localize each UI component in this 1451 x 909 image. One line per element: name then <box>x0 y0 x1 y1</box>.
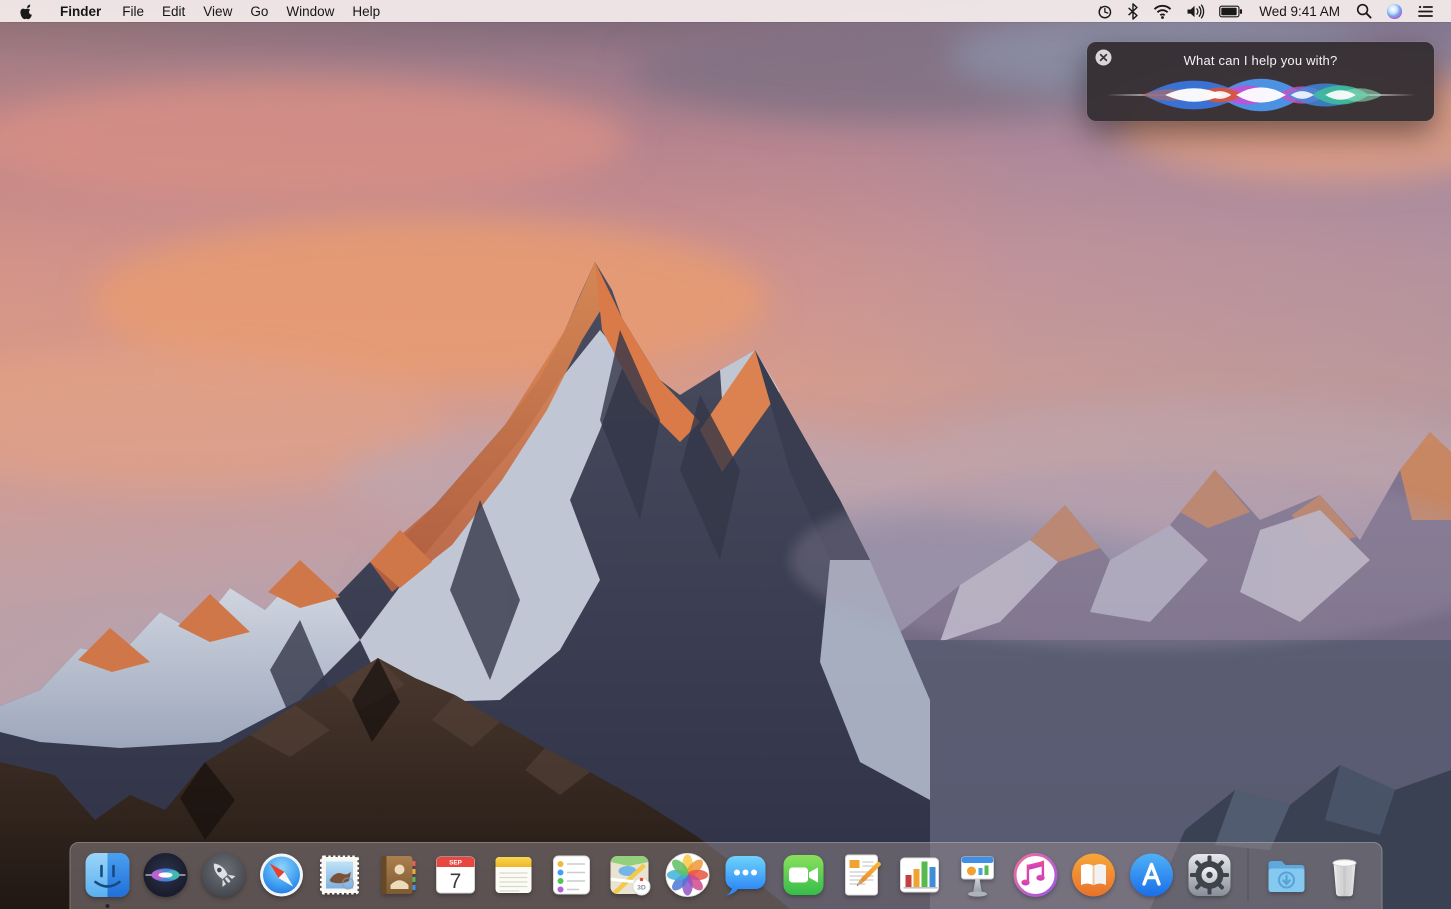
dock-icon-numbers[interactable] <box>893 849 945 901</box>
menu-view[interactable]: View <box>194 0 241 22</box>
menu-bar-left: FinderFileEditViewGoWindowHelp <box>0 0 389 22</box>
dock-icon-maps[interactable]: 3D <box>603 849 655 901</box>
dock-icon-notes[interactable] <box>487 849 539 901</box>
siri-popup: What can I help you with? <box>1087 42 1434 121</box>
spotlight-icon[interactable] <box>1349 0 1379 22</box>
dock-icon-contacts[interactable] <box>371 849 423 901</box>
dock-icon-calendar[interactable]: SEP 7 <box>429 849 481 901</box>
dock-icon-system-preferences[interactable] <box>1183 849 1235 901</box>
status-icons-right <box>1349 0 1441 22</box>
status-icons-left <box>1089 0 1250 22</box>
siri-prompt: What can I help you with? <box>1087 53 1434 68</box>
menu-finder[interactable]: Finder <box>51 0 113 22</box>
menu-bar-status: Wed 9:41 AM <box>1089 0 1451 22</box>
svg-text:SEP: SEP <box>449 859 463 866</box>
running-indicator <box>105 904 109 908</box>
battery-icon[interactable] <box>1212 0 1250 22</box>
dock-icon-photos[interactable] <box>661 849 713 901</box>
dock-icon-mail[interactable] <box>313 849 365 901</box>
app-menus: FinderFileEditViewGoWindowHelp <box>51 0 389 22</box>
menu-help[interactable]: Help <box>343 0 389 22</box>
dock-icon-keynote[interactable] <box>951 849 1003 901</box>
dock-icon-launchpad[interactable] <box>197 849 249 901</box>
bluetooth-icon[interactable] <box>1120 0 1146 22</box>
volume-icon[interactable] <box>1179 0 1212 22</box>
dock-icon-downloads[interactable] <box>1260 849 1312 901</box>
dock-icon-itunes[interactable] <box>1009 849 1061 901</box>
close-icon[interactable] <box>1095 49 1112 66</box>
apple-logo-icon[interactable] <box>0 0 51 22</box>
notification-center-icon[interactable] <box>1410 0 1441 22</box>
siri-icon[interactable] <box>1379 0 1410 22</box>
menu-go[interactable]: Go <box>241 0 277 22</box>
menu-bar: FinderFileEditViewGoWindowHelp Wed 9:41 … <box>0 0 1451 22</box>
dock-icon-finder[interactable] <box>81 849 133 901</box>
menu-bar-clock[interactable]: Wed 9:41 AM <box>1250 4 1349 19</box>
dock-icon-safari[interactable] <box>255 849 307 901</box>
dock-icon-siri[interactable] <box>139 849 191 901</box>
wallpaper-sierra-mountains <box>0 0 1451 909</box>
menu-window[interactable]: Window <box>277 0 343 22</box>
svg-text:3D: 3D <box>637 885 646 892</box>
dock: SEP 7 3D <box>69 842 1382 909</box>
siri-waveform <box>1098 72 1424 118</box>
dock-icon-reminders[interactable] <box>545 849 597 901</box>
time-machine-icon[interactable] <box>1089 0 1120 22</box>
dock-icon-app-store[interactable] <box>1125 849 1177 901</box>
menu-file[interactable]: File <box>113 0 153 22</box>
dock-icon-trash[interactable] <box>1318 849 1370 901</box>
svg-text:7: 7 <box>449 870 461 893</box>
dock-icon-messages[interactable] <box>719 849 771 901</box>
dock-icon-ibooks[interactable] <box>1067 849 1119 901</box>
dock-icon-facetime[interactable] <box>777 849 829 901</box>
menu-edit[interactable]: Edit <box>153 0 194 22</box>
wifi-icon[interactable] <box>1146 0 1179 22</box>
dock-icon-pages[interactable] <box>835 849 887 901</box>
dock-separator <box>1247 849 1248 901</box>
